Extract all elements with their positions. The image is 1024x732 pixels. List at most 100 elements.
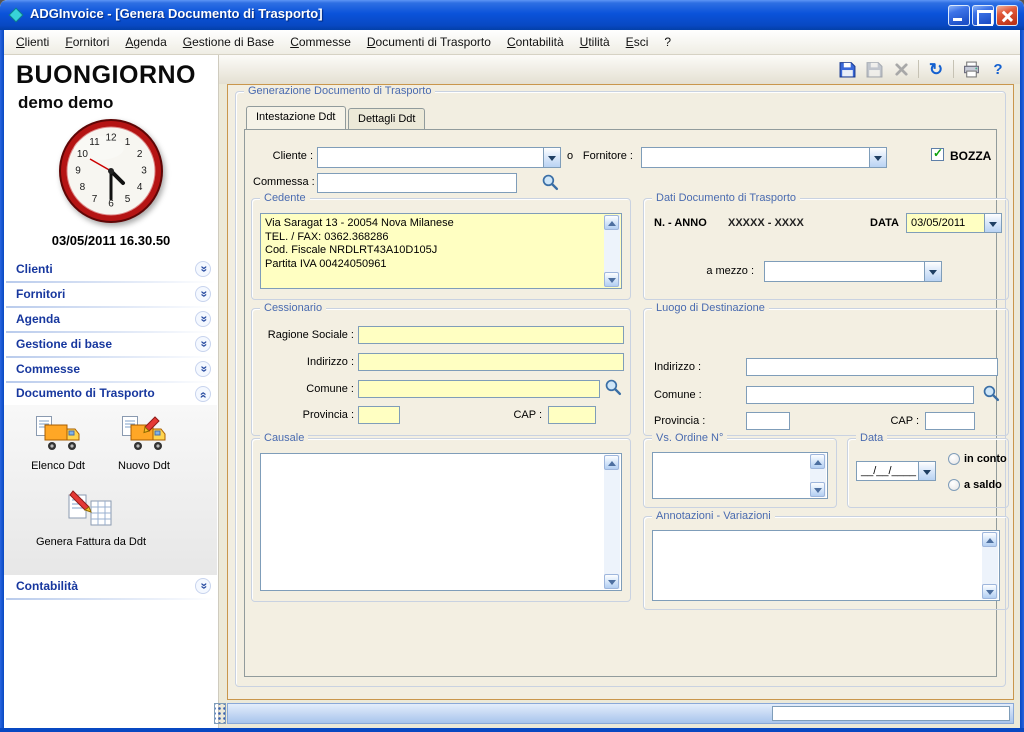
ragione-sociale-input[interactable] (358, 326, 624, 344)
sidebar-item-label: Agenda (16, 312, 60, 326)
provincia-input[interactable] (358, 406, 400, 424)
delete-icon[interactable] (891, 59, 911, 79)
indirizzo-input[interactable] (746, 358, 998, 376)
in-conto-radio[interactable] (948, 453, 960, 465)
causale-textarea[interactable] (260, 453, 622, 591)
menu-help[interactable]: ? (656, 32, 679, 52)
ordine-group: Vs. Ordine N° (643, 438, 837, 508)
scrollbar-up-button[interactable] (982, 532, 997, 547)
commessa-input[interactable] (317, 173, 517, 193)
menu-gestione-di-base[interactable]: Gestione di Base (175, 32, 282, 52)
fornitore-combobox[interactable] (641, 147, 887, 168)
data-datepicker[interactable]: __/__/____ (856, 461, 936, 481)
ddt-tools-panel: Elenco Ddt Nuovo Ddt (4, 405, 217, 575)
sidebar-item-contabilita[interactable]: Contabilità (4, 575, 218, 600)
annotazioni-textarea[interactable] (652, 530, 1000, 601)
search-icon[interactable] (604, 378, 622, 396)
chevron-double-down-icon[interactable] (195, 311, 211, 327)
a-mezzo-combobox[interactable] (764, 261, 942, 282)
scrollbar-down-button[interactable] (982, 584, 997, 599)
comune-input[interactable] (358, 380, 600, 398)
scrollbar-down-button[interactable] (604, 574, 619, 589)
cliente-combobox[interactable] (317, 147, 561, 168)
cap-input[interactable] (548, 406, 596, 424)
maximize-button[interactable] (972, 5, 994, 26)
annotazioni-scrollbar[interactable] (982, 532, 998, 599)
save-all-icon[interactable] (864, 59, 884, 79)
a-saldo-radio[interactable] (948, 479, 960, 491)
bozza-checkbox[interactable] (931, 148, 944, 161)
causale-scrollbar[interactable] (604, 455, 620, 589)
scrollbar-up-button[interactable] (604, 215, 619, 230)
cap-input[interactable] (925, 412, 975, 430)
user-name: demo demo (18, 93, 113, 113)
sidebar-item-documento-di-trasporto[interactable]: Documento di Trasporto (4, 383, 218, 405)
menu-agenda[interactable]: Agenda (117, 32, 174, 52)
save-icon[interactable] (837, 59, 857, 79)
print-icon[interactable] (961, 59, 981, 79)
menu-esci[interactable]: Esci (618, 32, 657, 52)
chevron-double-down-icon[interactable] (195, 261, 211, 277)
elenco-ddt-button[interactable]: Elenco Ddt (20, 415, 96, 472)
tab-panel-intestazione: Cliente : o Fornitore : BOZZA Commessa : (244, 129, 997, 677)
scrollbar-down-button[interactable] (810, 482, 825, 497)
sidebar-item-label: Contabilità (16, 579, 78, 593)
date-value: 03/05/2011 (911, 217, 965, 229)
ordine-scrollbar[interactable] (810, 454, 826, 497)
annotazioni-group: Annotazioni - Variazioni (643, 516, 1009, 610)
scrollbar-up-button[interactable] (604, 455, 619, 470)
cedente-scrollbar[interactable] (604, 215, 620, 287)
sidebar-item-gestione-di-base[interactable]: Gestione di base (4, 333, 218, 358)
help-icon[interactable]: ? (988, 59, 1008, 79)
menu-documenti-di-trasporto[interactable]: Documenti di Trasporto (359, 32, 499, 52)
dropdown-arrow-icon[interactable] (543, 148, 560, 167)
minimize-button[interactable] (948, 5, 970, 26)
bozza-label: BOZZA (950, 149, 991, 163)
dropdown-arrow-icon[interactable] (918, 462, 935, 480)
toolbar: ↻ ? (219, 55, 1020, 84)
tab-dettagli-ddt[interactable]: Dettagli Ddt (348, 108, 425, 129)
clock-numeral: 3 (141, 166, 147, 177)
chevron-double-down-icon[interactable] (195, 361, 211, 377)
clock-numeral: 10 (77, 149, 89, 160)
sidebar-item-commesse[interactable]: Commesse (4, 358, 218, 383)
chevron-double-down-icon[interactable] (195, 286, 211, 302)
menu-commesse[interactable]: Commesse (282, 32, 359, 52)
dropdown-arrow-icon[interactable] (869, 148, 886, 167)
status-textbox[interactable] (772, 706, 1010, 721)
close-button[interactable] (996, 5, 1018, 26)
in-conto-label: in conto (964, 453, 1007, 465)
tab-label: Intestazione Ddt (256, 111, 336, 123)
comune-input[interactable] (746, 386, 974, 404)
refresh-icon[interactable]: ↻ (926, 59, 946, 79)
sidebar-item-agenda[interactable]: Agenda (4, 308, 218, 333)
chevron-double-up-icon[interactable] (195, 386, 211, 402)
scrollbar-up-button[interactable] (810, 454, 825, 469)
fornitore-label: Fornitore : (577, 150, 633, 162)
menu-contabilita[interactable]: Contabilità (499, 32, 572, 52)
dropdown-arrow-icon[interactable] (984, 214, 1001, 232)
search-icon[interactable] (982, 384, 1000, 402)
chevron-double-down-icon[interactable] (195, 336, 211, 352)
splitter-handle[interactable] (214, 703, 226, 724)
cessionario-group-title: Cessionario (260, 302, 326, 314)
tool-label: Genera Fattura da Ddt (24, 536, 158, 548)
cedente-textarea[interactable]: Via Saragat 13 - 20054 Nova Milanese TEL… (260, 213, 622, 289)
ordine-textarea[interactable] (652, 452, 828, 499)
nuovo-ddt-button[interactable]: Nuovo Ddt (106, 415, 182, 472)
scrollbar-down-button[interactable] (604, 272, 619, 287)
provincia-input[interactable] (746, 412, 790, 430)
sidebar-item-clienti[interactable]: Clienti (4, 258, 218, 283)
menu-utilita[interactable]: Utilità (572, 32, 618, 52)
chevron-double-down-icon[interactable] (195, 578, 211, 594)
sidebar-item-fornitori[interactable]: Fornitori (4, 283, 218, 308)
menu-fornitori[interactable]: Fornitori (57, 32, 117, 52)
dropdown-arrow-icon[interactable] (924, 262, 941, 281)
tab-intestazione-ddt[interactable]: Intestazione Ddt (246, 106, 346, 129)
data-datepicker[interactable]: 03/05/2011 (906, 213, 1002, 233)
clock-numeral: 9 (75, 166, 81, 177)
indirizzo-input[interactable] (358, 353, 624, 371)
genera-fattura-da-ddt-button[interactable]: Genera Fattura da Ddt (24, 489, 158, 548)
menu-clienti[interactable]: Clienti (8, 32, 57, 52)
search-icon[interactable] (541, 173, 559, 191)
